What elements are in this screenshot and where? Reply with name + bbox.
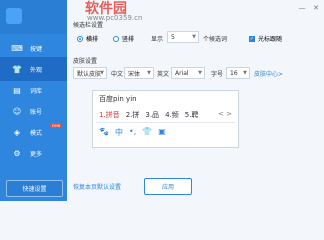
window-controls: — ✕: [298, 4, 320, 12]
sidebar-item-label: 按键: [30, 45, 43, 53]
chevron-down-icon: ▼: [147, 70, 151, 76]
count-suffix: 个候选词: [203, 36, 228, 43]
skin-select[interactable]: 默认皮肤 ▼: [73, 67, 107, 79]
toolbox-icon: ▣: [158, 127, 166, 136]
book-icon: ▤: [13, 85, 21, 95]
apply-button[interactable]: 应用: [144, 178, 192, 195]
candidate-item: 3.品: [145, 111, 160, 119]
sidebar: ⌨ 按键 👕 外观 ▤ 词库 ☺ 账号 ◈ 模式 new ⚙ 更多 快速设置: [0, 0, 67, 201]
keyboard-icon: ⌨: [11, 43, 23, 53]
chevron-down-icon: ▼: [192, 34, 196, 40]
cursor-follow-checkbox[interactable]: ✓ 光标跟随: [249, 34, 282, 43]
cursor-follow-label: 光标跟随: [258, 36, 283, 43]
check-icon: ✓: [249, 35, 255, 42]
restore-defaults-link[interactable]: 恢复本页默认设置: [73, 182, 121, 191]
divider: [96, 122, 235, 123]
mode-icon: ◈: [13, 127, 21, 137]
chinese-font-value: 宋体: [128, 70, 141, 78]
candidate-item: 2.拼: [125, 111, 140, 119]
preview-input-text: 百度pin yin: [99, 95, 137, 103]
vertical-radio[interactable]: 竖排: [113, 34, 134, 43]
candidate-count-value: 5: [171, 33, 175, 41]
app-logo: [0, 0, 67, 34]
minimize-button[interactable]: —: [298, 4, 306, 12]
english-font-select[interactable]: Arial ▼: [171, 67, 205, 79]
new-badge: new: [50, 123, 63, 128]
sidebar-item-label: 模式: [30, 129, 43, 137]
skin-center-link[interactable]: 皮肤中心>: [254, 69, 283, 78]
more-icon: ⚙: [13, 148, 21, 158]
vertical-label: 竖排: [122, 36, 135, 43]
english-font-value: Arial: [175, 69, 189, 77]
candidate-item: 4.频: [165, 111, 179, 119]
skin-value: 默认皮肤: [77, 70, 102, 78]
display-label: 显示: [151, 36, 164, 43]
chinese-mode-icon: 中: [114, 128, 123, 137]
quick-settings-button[interactable]: 快速设置: [6, 180, 63, 197]
radio-checked-icon: [77, 35, 83, 42]
status-bar: 🐾 中 •, 👕 ▣: [99, 127, 166, 138]
close-button[interactable]: ✕: [312, 4, 320, 12]
sidebar-item-label: 更多: [30, 150, 43, 158]
ime-preview: 百度pin yin 1.拼音 2.拼 3.品 4.频 5.聘 < > 🐾 中 •…: [92, 90, 239, 148]
chevron-down-icon: ▼: [198, 70, 202, 76]
candidate-item: 1.拼音: [99, 111, 120, 119]
font-size-select[interactable]: 16 ▼: [226, 67, 250, 79]
chevron-down-icon: ▼: [100, 70, 104, 76]
horizontal-radio[interactable]: 横排: [77, 34, 98, 43]
punctuation-icon: •,: [128, 127, 137, 136]
horizontal-label: 横排: [86, 36, 99, 43]
main-panel: 软件园 www.pc0359.cn — ✕ 候选栏设置 横排 竖排 显示 5 ▼…: [67, 0, 324, 201]
paw-icon: 🐾: [99, 127, 109, 136]
candidate-section-title: 候选栏设置: [73, 22, 104, 29]
skin-section-title: 皮肤设置: [73, 58, 98, 65]
shirt-icon: 👕: [12, 64, 22, 74]
sidebar-item-label: 词库: [30, 87, 43, 95]
candidate-list: 1.拼音 2.拼 3.品 4.频 5.聘: [99, 110, 232, 120]
sidebar-item-more[interactable]: ⚙ 更多: [0, 141, 67, 165]
radio-unchecked-icon: [113, 35, 119, 42]
english-font-label: 英文: [157, 71, 170, 78]
candidate-count-select[interactable]: 5 ▼: [167, 31, 199, 43]
font-size-value: 16: [230, 69, 238, 77]
skin-icon: 👕: [142, 127, 153, 136]
logo-icon: [6, 8, 22, 24]
page-arrows: < >: [218, 110, 232, 118]
sidebar-item-label: 外观: [30, 66, 43, 74]
chinese-font-select[interactable]: 宋体 ▼: [124, 67, 154, 79]
sidebar-item-label: 账号: [30, 108, 43, 116]
chinese-font-label: 中文: [111, 71, 124, 78]
font-size-label: 字号: [211, 71, 224, 78]
chevron-down-icon: ▼: [243, 70, 247, 76]
candidate-item: 5.聘: [184, 111, 199, 119]
user-icon: ☺: [12, 106, 22, 116]
